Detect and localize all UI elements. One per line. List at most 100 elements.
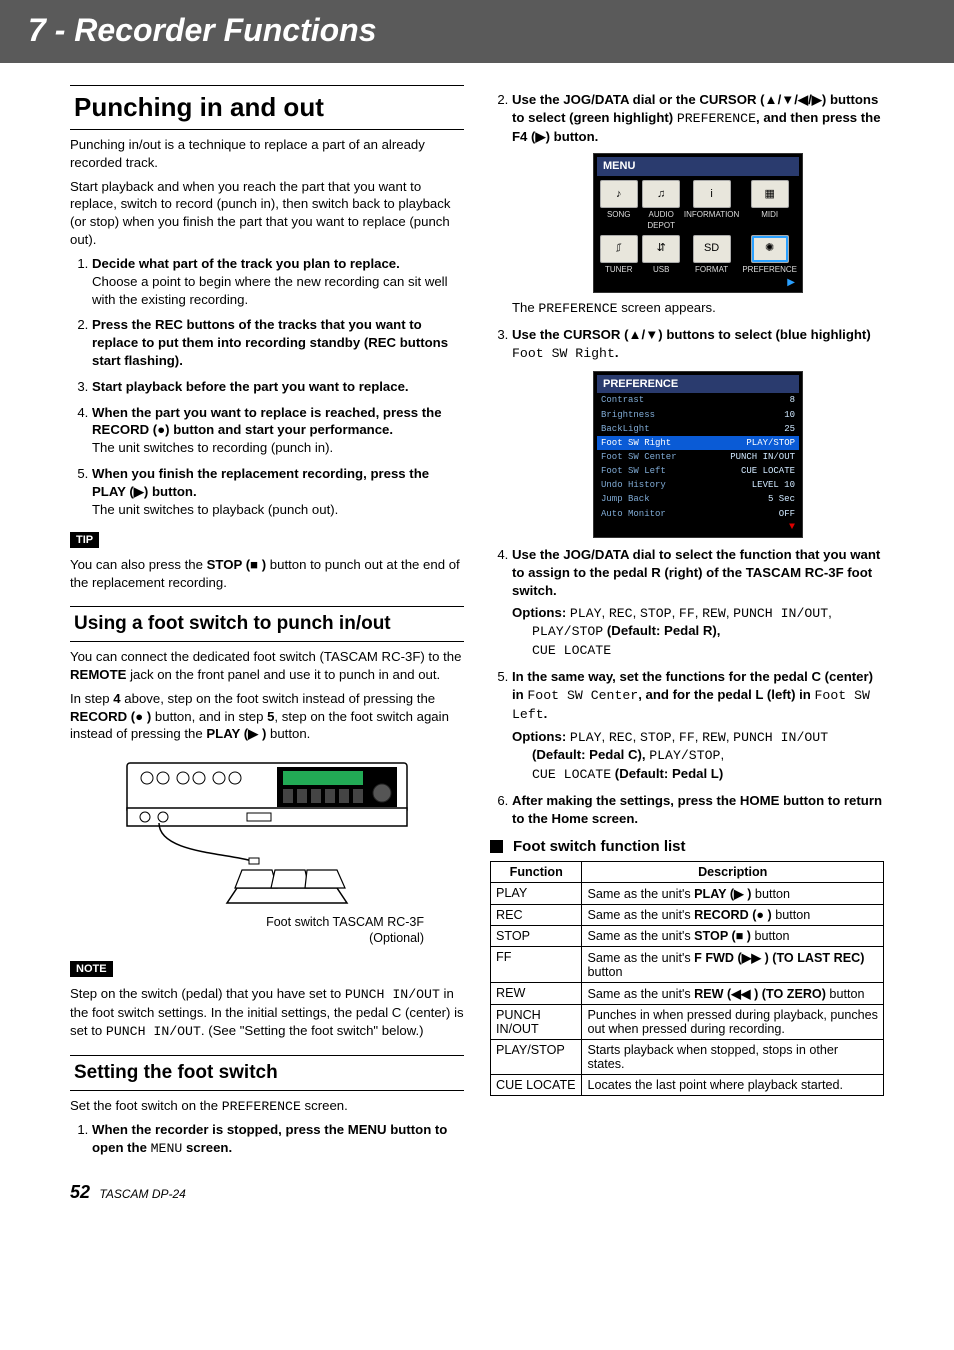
setting-steps-right: Use the JOG/DATA dial or the CURSOR (▲/▼… xyxy=(490,91,884,828)
p3: STOP xyxy=(640,730,672,745)
fn-cell-desc: Same as the unit's REW (◀◀ ) (TO ZERO) b… xyxy=(582,982,884,1004)
fn-cell-desc: Punches in when pressed during playback,… xyxy=(582,1004,884,1039)
r-step4-opts: Options: PLAY, REC, STOP, FF, REW, PUNCH… xyxy=(512,604,884,660)
set-s1a: When the recorder is stopped, press the … xyxy=(92,1122,447,1155)
h2-footswitch-punch: Using a foot switch to punch in/out xyxy=(70,606,464,642)
step3-head: Start playback before the part you want … xyxy=(92,379,409,394)
menu-screenshot: MENU ♪SONG♫AUDIO DEPOTiINFORMATION▦MIDI⎎… xyxy=(593,153,803,293)
tip-text: You can also press the STOP (■ ) button … xyxy=(70,556,464,592)
pref-row-label: Foot SW Center xyxy=(601,451,730,463)
r-s2-after-a: The xyxy=(512,300,538,315)
square-bullet-icon xyxy=(490,840,503,853)
menu-icon: ♫ xyxy=(642,180,680,208)
menu-icon: ⎎ xyxy=(600,235,638,263)
menu-item-tuner: ⎎ TUNER xyxy=(599,235,638,276)
pref-row-label: Undo History xyxy=(601,479,752,491)
o6: PUNCH IN/OUT xyxy=(733,606,828,621)
p4: FF xyxy=(679,730,695,745)
menu-icon: SD xyxy=(693,235,731,263)
h1-punching: Punching in and out xyxy=(70,85,464,130)
pref-row-label: Foot SW Right xyxy=(601,437,746,449)
pref-arrow-icon: ▼ xyxy=(597,521,799,535)
fs-p2: In step 4 above, step on the foot switch… xyxy=(70,690,464,743)
r-s3-lcd: Foot SW Right xyxy=(512,346,615,361)
pref-row-value: 8 xyxy=(790,394,795,406)
fs-play: PLAY (▶ ) xyxy=(206,726,266,741)
tip-tag: TIP xyxy=(70,532,99,548)
oc2: , xyxy=(633,605,640,620)
intro-p1: Punching in/out is a technique to replac… xyxy=(70,136,464,172)
r-step5-opts: Options: PLAY, REC, STOP, FF, REW, PUNCH… xyxy=(512,728,884,784)
menu-item-label: MIDI xyxy=(742,210,797,221)
r-step6-head: After making the settings, press the HOM… xyxy=(512,793,882,826)
pref-row-label: BackLight xyxy=(601,423,784,435)
caption-line2: (Optional) xyxy=(70,931,424,945)
o3: STOP xyxy=(640,606,672,621)
r-s2-lcd: PREFERENCE xyxy=(677,111,756,126)
step5-body: The unit switches to playback (punch out… xyxy=(92,501,464,519)
menu-icon: ⇵ xyxy=(642,235,680,263)
r-s2-after-lcd: PREFERENCE xyxy=(538,301,617,316)
r-s5b: , and for the pedal L (left) in xyxy=(638,687,814,702)
fn-cell-name: PUNCH IN/OUT xyxy=(491,1004,582,1039)
pref-row-value: 10 xyxy=(784,409,795,421)
setting-steps-left: When the recorder is stopped, press the … xyxy=(70,1121,464,1158)
p7: PLAY/STOP xyxy=(649,748,720,763)
fn-cell-name: STOP xyxy=(491,925,582,946)
pref-row-value: PLAY/STOP xyxy=(746,437,795,449)
set-p1b: screen. xyxy=(301,1098,348,1113)
pref-row: Contrast8 xyxy=(597,393,799,407)
step4-head: When the part you want to replace is rea… xyxy=(92,405,442,438)
fs-p2b: 4 xyxy=(113,691,120,706)
set-step1: When the recorder is stopped, press the … xyxy=(92,1122,447,1155)
fs-p1b: jack on the front panel and use it to pu… xyxy=(126,667,440,682)
menu-item-preference: ✺PREFERENCE xyxy=(742,235,797,276)
p-defl: (Default: Pedal L) xyxy=(611,766,723,781)
opts-label-r: Options: xyxy=(512,605,570,620)
step5-head: When you finish the replacement recordin… xyxy=(92,466,429,499)
fn-cell-name: PLAY/STOP xyxy=(491,1039,582,1074)
fs-p2a: In step xyxy=(70,691,113,706)
pref-row-label: Jump Back xyxy=(601,493,768,505)
sub-head-text: Foot switch function list xyxy=(513,838,686,855)
fn-cell-name: REC xyxy=(491,904,582,925)
fs-p2d: button, and in step xyxy=(151,709,267,724)
step2-head: Press the REC buttons of the tracks that… xyxy=(92,317,448,368)
th-function: Function xyxy=(491,861,582,882)
pref-row: Auto MonitorOFF xyxy=(597,507,799,521)
th-description: Description xyxy=(582,861,884,882)
footswitch-function-table: Function Description PLAYSame as the uni… xyxy=(490,861,884,1096)
table-row: PLAY/STOPStarts playback when stopped, s… xyxy=(491,1039,884,1074)
step1-body: Choose a point to begin where the new re… xyxy=(92,273,464,309)
p2: REC xyxy=(609,730,633,745)
o7: PLAY/STOP xyxy=(532,624,603,639)
pc2: , xyxy=(633,729,640,744)
footer-model: TASCAM DP-24 xyxy=(99,1187,185,1201)
pref-row: BackLight25 xyxy=(597,422,799,436)
menu-item-audio-depot: ♫AUDIO DEPOT xyxy=(641,180,680,232)
r-s5c: . xyxy=(544,706,548,721)
menu-icon: ▦ xyxy=(751,180,789,208)
menu-item-label: TUNER xyxy=(599,265,638,276)
note-lcd2: PUNCH IN/OUT xyxy=(106,1024,201,1039)
menu-item-label: USB xyxy=(641,265,680,276)
left-column: Punching in and out Punching in/out is a… xyxy=(70,85,464,1166)
fn-cell-name: CUE LOCATE xyxy=(491,1074,582,1095)
o4: FF xyxy=(679,606,695,621)
footswitch-svg-icon xyxy=(107,753,427,913)
page-number: 52 xyxy=(70,1182,90,1202)
menu-item-midi: ▦ MIDI xyxy=(742,180,797,232)
menu-item-label: FORMAT xyxy=(684,265,739,276)
pref-row: Foot SW RightPLAY/STOP xyxy=(597,436,799,450)
pref-row-label: Foot SW Left xyxy=(601,465,741,477)
fn-cell-desc: Same as the unit's PLAY (▶ ) button xyxy=(582,882,884,904)
o1: PLAY xyxy=(570,606,602,621)
oc6: , xyxy=(828,605,832,620)
menu-icon: ♪ xyxy=(600,180,638,208)
punching-steps: Decide what part of the track you plan t… xyxy=(70,255,464,519)
set-p1: Set the foot switch on the PREFERENCE sc… xyxy=(70,1097,464,1116)
fn-cell-name: PLAY xyxy=(491,882,582,904)
pref-row-label: Auto Monitor xyxy=(601,508,779,520)
menu-item-label: SONG xyxy=(599,210,638,221)
p1: PLAY xyxy=(570,730,602,745)
